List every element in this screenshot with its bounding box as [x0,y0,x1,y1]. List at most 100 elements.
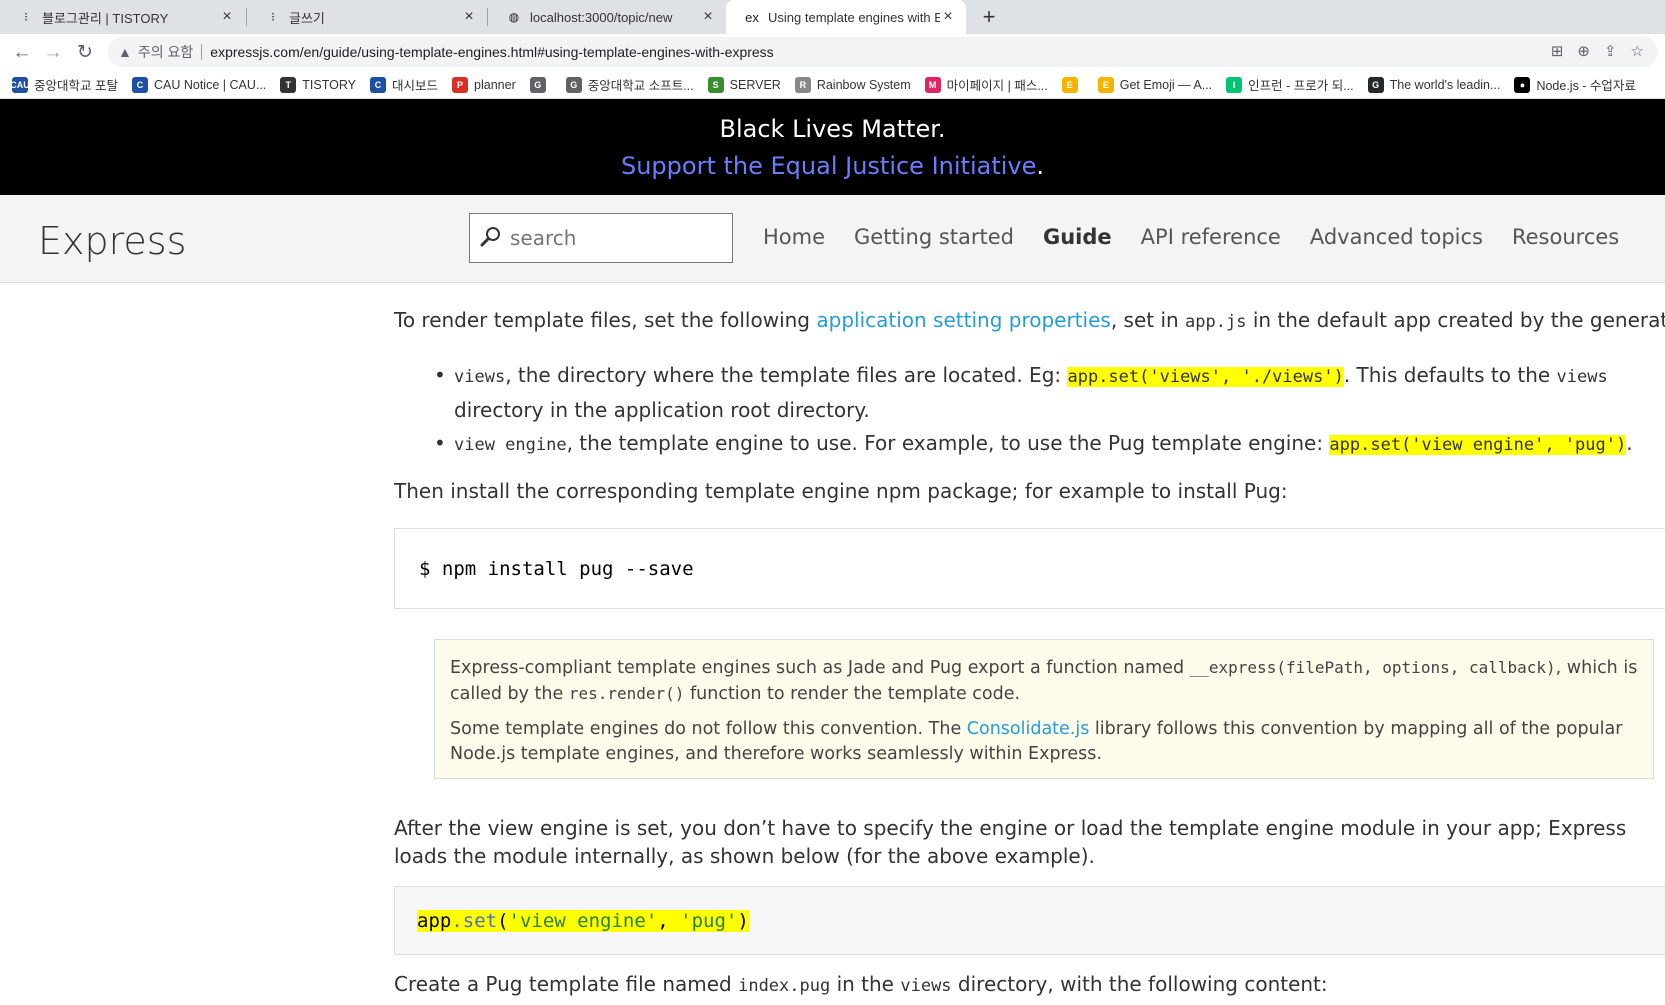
bookmark-item[interactable]: M 마이페이지 | 패스... [924,75,1048,94]
highlighted-code: app.set('view engine', 'pug') [417,909,749,932]
reload-button[interactable]: ↻ [72,40,98,66]
globe-icon: ◍ [508,10,520,24]
list-item-view-engine: view engine, the template engine to use.… [394,427,1665,462]
bookmark-label: 대시보드 [392,79,439,93]
bookmark-icon: G [529,76,546,93]
blm-banner: Black Lives Matter. Support the Equal Ju… [0,99,1665,195]
back-button[interactable]: ← [9,40,35,66]
app-settings-link[interactable]: application setting properties [816,308,1110,332]
url-text[interactable]: expressjs.com/en/guide/using-template-en… [210,44,773,60]
tab-title: localhost:3000/topic/new [530,9,673,25]
eji-link[interactable]: Support the Equal Justice Initiative [621,152,1036,180]
new-tab-button[interactable]: + [975,3,1003,31]
code-token: app [417,909,452,932]
bookmark-item[interactable]: CAU 중앙대학교 포탈 [10,75,118,94]
pug-template-paragraph: Create a Pug template file named index.p… [394,970,1328,1000]
list-item-views: views , the directory where the template … [394,359,1665,427]
bookmark-item[interactable]: C 대시보드 [370,75,438,94]
code-token: 'view engine' [508,909,658,932]
nav-advanced-topics[interactable]: Advanced topics [1310,225,1483,249]
bookmark-icon: CAU [10,76,30,93]
install-code-block: $ npm install pug --save [394,528,1665,609]
address-bar[interactable]: ▲ 주의 요함 expressjs.com/en/guide/using-tem… [108,37,1658,67]
bookmark-icon: ● [1514,76,1531,93]
inline-code: index.pug [738,976,831,996]
bookmark-item[interactable]: R Rainbow System [794,76,911,93]
inline-code: view engine [454,435,567,455]
zoom-icon[interactable]: ⊕ [1577,42,1590,60]
inline-code: app.js [1185,312,1247,332]
tab-bar: ⁝ 블로그관리 | TISTORY × ⁝ 글쓰기 × ◍ localhost:… [0,0,1665,34]
bookmark-label: SERVER [729,77,781,92]
bookmark-item[interactable]: T TISTORY [280,76,357,93]
close-icon[interactable]: × [461,9,477,25]
bookmark-item[interactable]: S SERVER [707,76,781,93]
bookmark-label: 중앙대학교 포탈 [34,79,118,93]
text: in the default app created by the genera… [1246,308,1665,332]
text: directory, with the following content: [951,972,1328,996]
bookmark-item[interactable]: I 인프런 - 프로가 되... [1226,75,1354,94]
tab-express-guide[interactable]: ex Using template engines with Ex × [726,0,966,34]
bookmark-item[interactable]: E Get Emoji — A... [1097,76,1213,93]
nav-api-reference[interactable]: API reference [1141,225,1281,249]
express-logo[interactable]: Express [38,219,186,263]
search-box[interactable] [469,213,733,263]
bookmark-item[interactable]: G [529,76,552,93]
tab-title: Using template engines with Ex [768,9,940,25]
consolidate-link[interactable]: Consolidate.js [967,719,1090,739]
bookmark-item[interactable]: C CAU Notice | CAU... [131,76,267,93]
nav-home[interactable]: Home [763,225,825,249]
tab-title: 블로그관리 | TISTORY [42,10,169,26]
inline-code: views [1556,367,1608,387]
star-icon[interactable]: ☆ [1631,42,1644,60]
settings-list: views , the directory where the template … [394,359,1665,462]
warning-icon: ▲ [118,44,132,60]
inline-code: views [900,976,952,996]
not-secure-label[interactable]: 주의 요함 [138,42,193,62]
bookmark-item[interactable]: G 중앙대학교 소프트... [565,75,694,94]
app-set-code-block: app.set('view engine', 'pug') [394,886,1665,955]
code-token: 'pug' [680,909,738,932]
tistory-icon: ⁝ [24,10,28,24]
bookmark-label: 인프런 - 프로가 되... [1248,79,1354,93]
close-icon[interactable]: × [940,9,956,25]
banner-link-line: Support the Equal Justice Initiative. [0,152,1665,180]
tab-write[interactable]: ⁝ 글쓰기 × [247,0,487,34]
bookmark-icon: G [565,76,582,93]
bookmark-icon: P [452,76,469,93]
bookmark-label: CAU Notice | CAU... [153,77,267,92]
forward-button[interactable]: → [40,40,66,66]
code-token: ) [737,909,749,932]
address-bar-actions: ⊞ ⊕ ⇪ ☆ [1551,42,1644,60]
share-icon[interactable]: ⇪ [1604,42,1617,60]
nav-getting-started[interactable]: Getting started [854,225,1014,249]
bookmark-icon: E [1061,76,1078,93]
bookmark-item[interactable]: Pplanner [452,76,516,93]
close-icon[interactable]: × [219,9,235,25]
search-input[interactable] [510,226,710,250]
bookmark-label: planner [474,77,516,92]
bookmark-label: Node.js - 수업자료 [1536,79,1636,93]
intro-paragraph: To render template files, set the follow… [394,306,1665,336]
bookmark-icon: M [924,76,941,93]
bookmark-item[interactable]: E [1061,76,1084,93]
text: , the template engine to use. For exampl… [566,431,1330,455]
tab-tistory[interactable]: ⁝ 블로그관리 | TISTORY × [0,0,245,34]
bookmark-item[interactable]: ● Node.js - 수업자료 [1514,75,1636,94]
nav-resources[interactable]: Resources [1512,225,1619,249]
bookmark-label: TISTORY [302,77,357,92]
inline-code: res.render() [568,684,685,703]
search-icon [480,225,502,252]
note-paragraph: Some template engines do not follow this… [450,717,1638,767]
bookmark-item[interactable]: G The world's leadin... [1367,76,1500,93]
close-icon[interactable]: × [700,9,716,25]
inline-code: __express(filePath, options, callback) [1189,658,1556,677]
text: Create a Pug template file named [394,972,739,996]
bookmark-label: Get Emoji — A... [1119,77,1213,92]
bookmark-icon: E [1097,76,1114,93]
translate-icon[interactable]: ⊞ [1551,42,1564,60]
tab-localhost[interactable]: ◍ localhost:3000/topic/new × [488,0,726,34]
nav-guide[interactable]: Guide [1043,225,1112,249]
text: , the directory where the template files… [505,363,1068,387]
main-menu: Home Getting started Guide API reference… [763,225,1648,249]
